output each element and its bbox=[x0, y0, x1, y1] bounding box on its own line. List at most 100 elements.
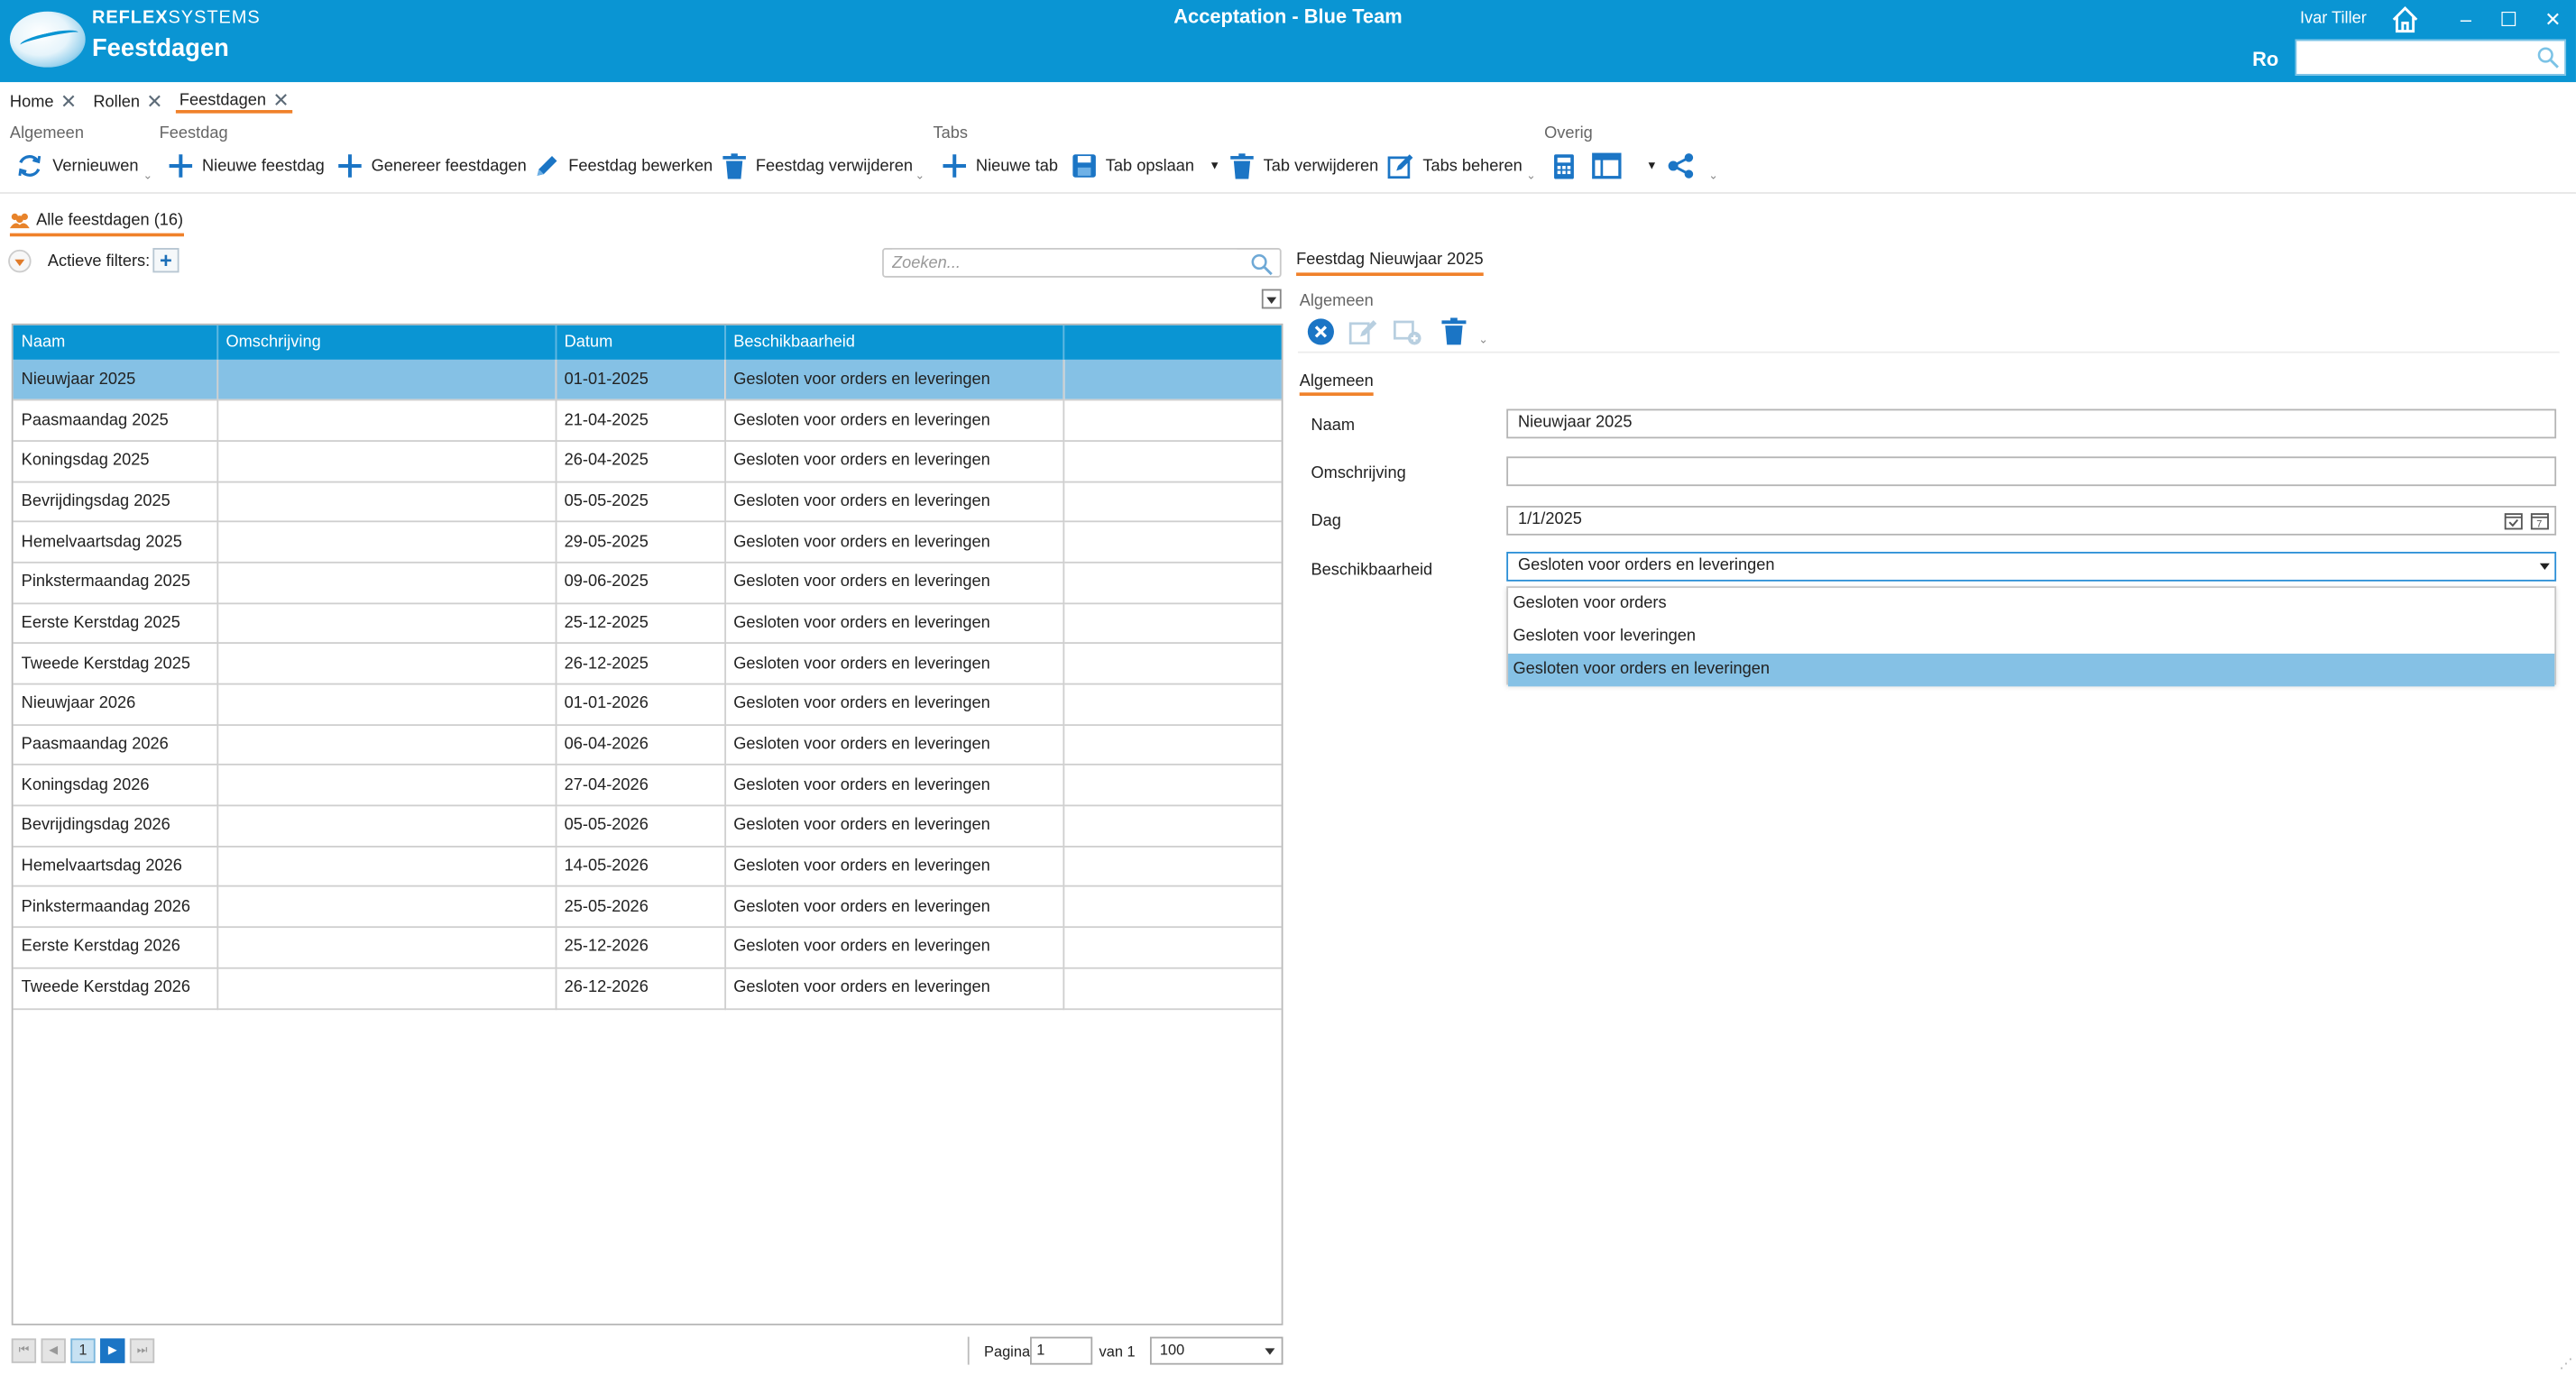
page-size-select[interactable]: 100 bbox=[1149, 1336, 1283, 1365]
column-header-datum[interactable]: Datum bbox=[555, 325, 726, 360]
column-header-naam[interactable]: Naam bbox=[13, 325, 218, 360]
calendar-check-icon[interactable] bbox=[2504, 510, 2524, 530]
generate-holidays-button[interactable]: Genereer feestdagen bbox=[336, 151, 527, 181]
table-row[interactable]: Koningsdag 2026 27-04-2026 Gesloten voor o… bbox=[13, 765, 1282, 807]
layout-button[interactable]: ▼ bbox=[1592, 151, 1658, 181]
calculator-button[interactable] bbox=[1552, 151, 1575, 181]
cell-filler bbox=[1063, 521, 1282, 564]
search-icon[interactable] bbox=[2536, 46, 2559, 69]
add-filter-button[interactable]: + bbox=[152, 248, 179, 273]
group-options-icon[interactable]: ⌄ bbox=[1708, 170, 1718, 182]
new-tab-button[interactable]: Nieuwe tab bbox=[942, 151, 1058, 181]
global-search-input[interactable] bbox=[2295, 39, 2567, 76]
table-row[interactable]: Bevrijdingsdag 2025 05-05-2025 Gesloten vo… bbox=[13, 481, 1282, 523]
save-icon bbox=[1072, 154, 1096, 178]
table-row[interactable]: Eerste Kerstdag 2026 25-12-2026 Gesloten v… bbox=[13, 927, 1282, 969]
table-row[interactable]: Tweede Kerstdag 2025 26-12-2025 Gesloten v… bbox=[13, 643, 1282, 685]
previous-page-button[interactable]: ◀ bbox=[41, 1338, 66, 1363]
next-page-button[interactable]: ▶ bbox=[100, 1338, 125, 1363]
column-chooser-dropdown[interactable] bbox=[1261, 289, 1282, 309]
group-options-icon[interactable]: ⌄ bbox=[1478, 334, 1488, 347]
cell-datum: 21-04-2025 bbox=[555, 399, 726, 442]
first-page-button[interactable]: ⏮ bbox=[11, 1338, 37, 1363]
calculator-icon bbox=[1554, 153, 1574, 179]
table-row[interactable]: Hemelvaartsdag 2026 14-05-2026 Gesloten vo… bbox=[13, 846, 1282, 888]
chevron-down-icon[interactable] bbox=[2539, 563, 2550, 571]
tab-feestdagen[interactable]: Feestdagen ✕ bbox=[176, 90, 293, 114]
column-header-beschikbaarheid[interactable]: Beschikbaarheid bbox=[724, 325, 1064, 360]
minimize-button[interactable]: – bbox=[2452, 5, 2481, 34]
maximize-button[interactable]: ☐ bbox=[2494, 5, 2524, 34]
dag-date-field[interactable]: 1/1/2025 7 bbox=[1506, 505, 2557, 536]
table-row[interactable]: Tweede Kerstdag 2026 26-12-2026 Gesloten v… bbox=[13, 967, 1282, 1010]
new-holiday-button[interactable]: Nieuwe feestdag bbox=[168, 151, 325, 181]
table-row[interactable]: Pinkstermaandag 2025 09-06-2025 Gesloten v… bbox=[13, 562, 1282, 604]
cell-beschikbaarheid: Gesloten voor orders en leveringen bbox=[724, 643, 1064, 685]
column-header-omschrijving[interactable]: Omschrijving bbox=[216, 325, 557, 360]
share-button[interactable] bbox=[1668, 151, 1696, 181]
last-page-button[interactable]: ⏭ bbox=[129, 1338, 155, 1363]
option-gesloten-voor-orders-en-leveringen[interactable]: Gesloten voor orders en leveringen bbox=[1508, 653, 2555, 687]
list-search-box[interactable] bbox=[882, 248, 1282, 278]
table-row[interactable]: Nieuwjaar 2026 01-01-2026 Gesloten voor or… bbox=[13, 683, 1282, 726]
close-tab-icon[interactable]: ✕ bbox=[146, 92, 162, 112]
cell-filler bbox=[1063, 643, 1282, 685]
chevron-down-icon[interactable]: ▼ bbox=[1209, 160, 1220, 172]
cell-naam: Nieuwjaar 2025 bbox=[13, 359, 218, 401]
trash-icon[interactable] bbox=[1440, 317, 1469, 347]
option-gesloten-voor-leveringen[interactable]: Gesloten voor leveringen bbox=[1508, 620, 2554, 653]
cancel-icon[interactable] bbox=[1306, 317, 1336, 347]
table-row[interactable]: Paasmaandag 2025 21-04-2025 Gesloten voor … bbox=[13, 399, 1282, 442]
plus-icon bbox=[169, 154, 193, 178]
ribbon-toolbar: Algemeen Feestdag Tabs Overig Vernieuwen… bbox=[0, 122, 2576, 194]
chevron-down-icon[interactable]: ▼ bbox=[1646, 160, 1658, 172]
resize-grip-icon[interactable]: ⋰ bbox=[2560, 1356, 2573, 1370]
group-options-icon[interactable]: ⌄ bbox=[143, 170, 152, 182]
home-icon[interactable] bbox=[2390, 5, 2420, 34]
group-label-tabs: Tabs bbox=[933, 124, 969, 143]
tab-rollen[interactable]: Rollen ✕ bbox=[90, 90, 167, 113]
generate-holidays-label: Genereer feestdagen bbox=[371, 156, 527, 175]
edit-holiday-button[interactable]: Feestdag bewerken bbox=[532, 151, 713, 181]
list-tab-all-holidays[interactable]: Alle feestdagen (16) bbox=[9, 210, 183, 237]
user-name[interactable]: Ivar Tiller bbox=[2300, 10, 2367, 28]
option-gesloten-voor-orders[interactable]: Gesloten voor orders bbox=[1508, 588, 2554, 620]
table-row[interactable]: Koningsdag 2025 26-04-2025 Gesloten voor o… bbox=[13, 440, 1282, 482]
trash-icon bbox=[1230, 152, 1254, 179]
cell-omschrijving bbox=[216, 886, 557, 929]
tab-home[interactable]: Home ✕ bbox=[6, 90, 80, 113]
close-tab-icon[interactable]: ✕ bbox=[272, 90, 289, 110]
group-options-icon[interactable]: ⌄ bbox=[915, 170, 925, 182]
table-row[interactable]: Paasmaandag 2026 06-04-2026 Gesloten voor … bbox=[13, 724, 1282, 766]
refresh-button[interactable]: Vernieuwen bbox=[14, 151, 138, 181]
close-tab-icon[interactable]: ✕ bbox=[60, 92, 77, 112]
edit-disabled-icon[interactable] bbox=[1348, 317, 1378, 347]
detail-group-label: Algemeen bbox=[1299, 292, 1374, 311]
search-icon[interactable] bbox=[1250, 252, 1273, 276]
delete-holiday-button[interactable]: Feestdag verwijderen bbox=[722, 151, 913, 181]
delete-tab-button[interactable]: Tab verwijderen bbox=[1228, 151, 1378, 181]
close-window-button[interactable]: ✕ bbox=[2538, 5, 2568, 34]
beschikbaarheid-select[interactable]: Gesloten voor orders en leveringen bbox=[1506, 551, 2557, 582]
table-row[interactable]: Pinkstermaandag 2026 25-05-2026 Gesloten v… bbox=[13, 886, 1282, 929]
page-1-button[interactable]: 1 bbox=[70, 1338, 96, 1363]
table-row[interactable]: Hemelvaartsdag 2025 29-05-2025 Gesloten vo… bbox=[13, 521, 1282, 564]
section-title-algemeen[interactable]: Algemeen bbox=[1299, 372, 1374, 396]
save-tab-button[interactable]: Tab opslaan ▼ bbox=[1072, 151, 1220, 181]
naam-field[interactable]: Nieuwjaar 2025 bbox=[1506, 408, 2557, 439]
detail-tab-title[interactable]: Feestdag Nieuwjaar 2025 bbox=[1296, 252, 1484, 276]
manage-tabs-button[interactable]: Tabs beheren bbox=[1386, 151, 1523, 181]
dag-value: 1/1/2025 bbox=[1517, 510, 1582, 529]
table-row[interactable]: Eerste Kerstdag 2025 25-12-2025 Gesloten v… bbox=[13, 602, 1282, 645]
copy-disabled-icon[interactable] bbox=[1394, 317, 1423, 347]
cell-datum: 25-12-2025 bbox=[555, 602, 726, 645]
table-row[interactable]: Bevrijdingsdag 2026 05-05-2026 Gesloten vo… bbox=[13, 805, 1282, 848]
page-number-input[interactable]: 1 bbox=[1030, 1336, 1093, 1365]
group-options-icon[interactable]: ⌄ bbox=[1526, 170, 1536, 182]
table-row[interactable]: Nieuwjaar 2025 01-01-2025 Gesloten voor or… bbox=[13, 359, 1282, 401]
filter-toggle-icon[interactable] bbox=[8, 249, 32, 273]
omschrijving-field[interactable] bbox=[1506, 456, 2557, 487]
list-search-input[interactable] bbox=[892, 249, 1237, 276]
calendar-icon[interactable]: 7 bbox=[2530, 510, 2550, 530]
tab-label: Feestdagen bbox=[179, 91, 267, 110]
